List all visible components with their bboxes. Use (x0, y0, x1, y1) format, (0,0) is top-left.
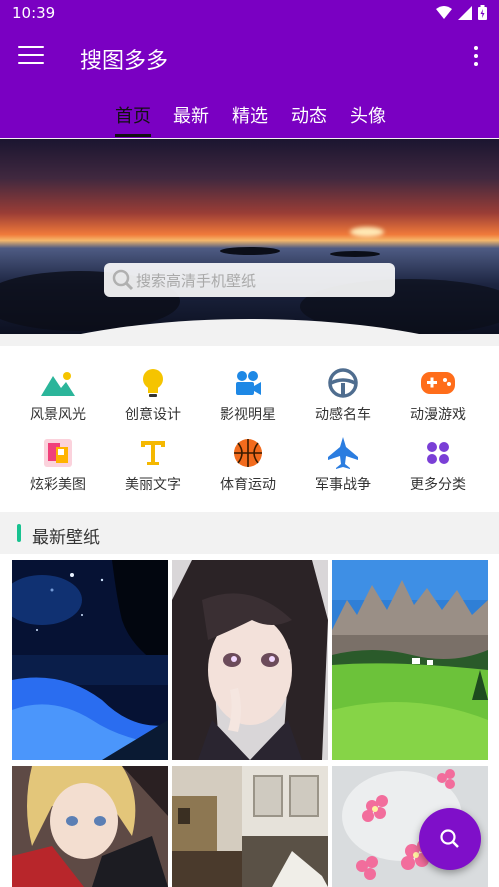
category-cars[interactable]: 动感名车 (295, 366, 391, 424)
category-military[interactable]: 军事战争 (295, 436, 391, 494)
wallpaper-anime-girl[interactable] (172, 560, 328, 760)
tab-label: 最新 (173, 106, 209, 127)
tab-label: 动态 (291, 106, 327, 127)
lightbulb-icon (136, 366, 170, 400)
category-anime-games[interactable]: 动漫游戏 (390, 366, 486, 424)
section-accent-bar (17, 524, 21, 542)
search-icon (440, 829, 459, 848)
tab-label: 首页 (115, 106, 151, 127)
gamepad-icon (421, 366, 455, 400)
tab-featured[interactable]: 精选 (232, 102, 268, 128)
signal-icon (458, 5, 472, 20)
app-title: 搜图多多 (80, 49, 169, 74)
banner-image: 搜索高清手机壁纸 (0, 139, 499, 334)
tab-home[interactable]: 首页 (115, 102, 151, 137)
steering-wheel-icon (326, 366, 360, 400)
landscape-icon (41, 366, 75, 400)
category-more[interactable]: 更多分类 (390, 436, 486, 494)
app-bar: 搜图多多 (0, 26, 499, 90)
wallpaper-anime-blonde[interactable] (12, 766, 168, 887)
search-bar[interactable]: 搜索高清手机壁纸 (104, 263, 395, 297)
basketball-icon (231, 436, 265, 470)
tab-bar: 首页 最新 精选 动态 头像 (0, 90, 499, 138)
more-categories-icon (421, 436, 455, 470)
system-icons (436, 5, 487, 20)
tab-label: 精选 (232, 106, 268, 127)
section-header: 最新壁纸 (0, 514, 499, 554)
color-photo-icon (41, 436, 75, 470)
search-fab[interactable] (419, 808, 481, 870)
jet-icon (326, 436, 360, 470)
status-bar: 10:39 (0, 0, 499, 26)
more-options-icon[interactable] (471, 46, 481, 70)
movie-camera-icon (231, 366, 265, 400)
search-placeholder: 搜索高清手机壁纸 (136, 272, 257, 290)
wallpaper-night-beach[interactable] (12, 560, 168, 760)
tab-dynamic[interactable]: 动态 (291, 102, 327, 128)
text-icon (136, 436, 170, 470)
search-icon (112, 269, 134, 291)
tab-label: 头像 (350, 106, 386, 127)
tab-avatar[interactable]: 头像 (350, 102, 386, 128)
category-colorful[interactable]: 炫彩美图 (10, 436, 106, 494)
tab-indicator (115, 134, 151, 137)
category-creative[interactable]: 创意设计 (105, 366, 201, 424)
category-landscape[interactable]: 风景风光 (10, 366, 106, 424)
tab-latest[interactable]: 最新 (173, 102, 209, 128)
category-movies[interactable]: 影视明星 (200, 366, 296, 424)
wallpaper-mountain-meadow[interactable] (332, 560, 488, 760)
battery-icon (478, 5, 487, 20)
wifi-icon (436, 5, 452, 19)
menu-icon[interactable] (18, 46, 44, 68)
category-text[interactable]: 美丽文字 (105, 436, 201, 494)
section-title: 最新壁纸 (32, 528, 100, 548)
status-time: 10:39 (12, 4, 56, 22)
category-sports[interactable]: 体育运动 (200, 436, 296, 494)
wallpaper-room-interior[interactable] (172, 766, 328, 887)
category-grid: 风景风光 创意设计 影视明星 动感名车 动漫游戏 炫彩美图 美丽文字 体育运动 … (0, 346, 499, 512)
